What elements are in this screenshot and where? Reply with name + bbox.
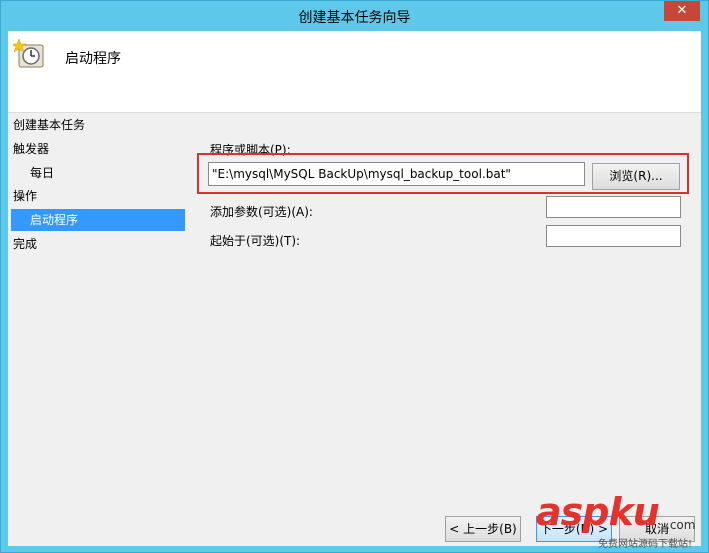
startin-input[interactable] [546, 225, 681, 247]
nav-item-trigger[interactable]: 触发器 [13, 138, 49, 160]
close-button[interactable]: ✕ [664, 1, 700, 21]
close-icon: ✕ [676, 3, 688, 18]
program-path-input[interactable]: "E:\mysql\MySQL BackUp\mysql_backup_tool… [208, 162, 585, 186]
back-button[interactable]: < 上一步(B) [445, 516, 521, 542]
watermark-subtitle: 免费网站源码下载站! [598, 539, 693, 550]
args-label: 添加参数(可选)(A): [210, 205, 313, 219]
page-title: 启动程序 [65, 51, 121, 67]
nav-item-daily[interactable]: 每日 [30, 162, 54, 184]
nav-item-start-program[interactable]: 启动程序 [11, 209, 185, 231]
window-title: 创建基本任务向导 [298, 10, 411, 26]
startin-label: 起始于(可选)(T): [210, 234, 301, 248]
wizard-header: 启动程序 [8, 31, 701, 113]
wizard-window: 创建基本任务向导 ✕ 启动程序 创建基本任务 触发器 每日 操作 启动程序 完成… [0, 0, 709, 553]
watermark-suffix: .com [666, 518, 696, 532]
aspku-watermark: aspku .com 免费网站源码下载站! [536, 490, 706, 550]
clock-icon [11, 38, 45, 69]
args-input[interactable] [546, 196, 681, 218]
browse-button[interactable]: 浏览(R)... [592, 163, 680, 190]
watermark-logo: aspku [536, 490, 660, 534]
nav-item-action[interactable]: 操作 [13, 185, 37, 207]
nav-item-create-task[interactable]: 创建基本任务 [13, 114, 85, 136]
wizard-nav: 创建基本任务 触发器 每日 操作 启动程序 完成 [8, 114, 188, 414]
wizard-client-area: 启动程序 创建基本任务 触发器 每日 操作 启动程序 完成 程序或脚本(P): … [8, 31, 701, 546]
nav-item-finish[interactable]: 完成 [13, 233, 37, 255]
title-bar[interactable]: 创建基本任务向导 ✕ [1, 1, 708, 31]
